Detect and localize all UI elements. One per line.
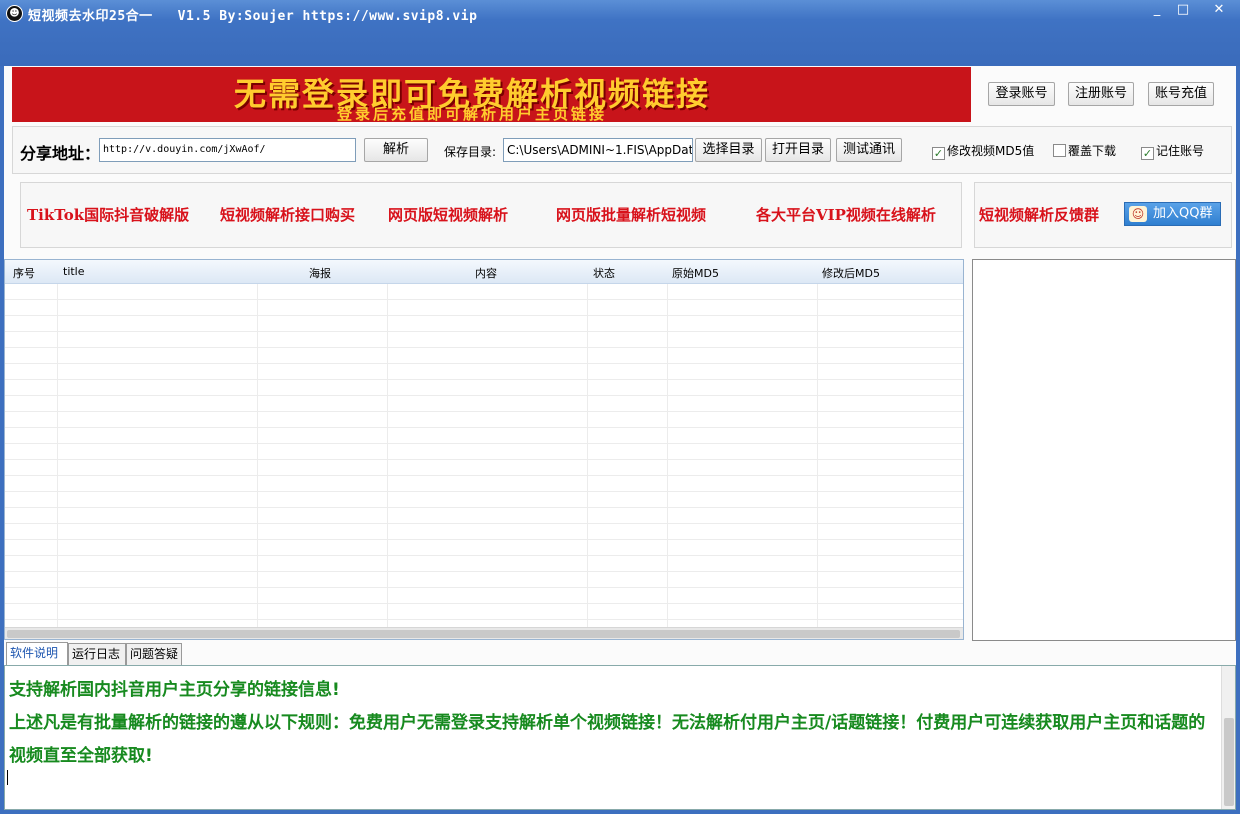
scrollbar-thumb[interactable] [7,630,960,638]
share-address-label: 分享地址： [20,144,101,163]
promo-banner[interactable]: 无需登录即可免费解析视频链接 登录后充值即可解析用户主页链接 [12,67,971,122]
horizontal-scrollbar[interactable] [5,627,963,639]
maximize-button[interactable]: □ [1168,2,1198,20]
column-header-status[interactable]: 状态 [593,265,615,281]
column-divider [817,284,818,628]
info-text-area[interactable]: 支持解析国内抖音用户主页分享的链接信息! 上述凡是有批量解析的链接的遵从以下规则… [4,665,1236,810]
test-connection-button[interactable]: 测试通讯 [836,138,902,162]
column-header-index[interactable]: 序号 [13,265,35,281]
share-address-input[interactable]: http://v.douyin.com/jXwAof/ [99,138,356,162]
link-tiktok-crack[interactable]: TikTok国际抖音破解版 [27,204,189,225]
login-button[interactable]: 登录账号 [988,82,1055,106]
column-header-title[interactable]: title [63,265,85,278]
remember-account-checkbox[interactable]: ✓ 记住账号 [1141,142,1205,160]
checkbox-checked-icon: ✓ [1141,147,1154,160]
link-api-purchase[interactable]: 短视频解析接口购买 [220,204,355,225]
tab-faq[interactable]: 问题答疑 [126,643,182,665]
link-vip-video[interactable]: 各大平台VIP视频在线解析 [756,204,936,225]
register-button[interactable]: 注册账号 [1068,82,1134,106]
choose-dir-button[interactable]: 选择目录 [695,138,762,162]
parse-button[interactable]: 解析 [364,138,428,162]
column-divider [387,284,388,628]
table-rows[interactable] [5,284,963,628]
checkbox-checked-icon: ✓ [932,147,945,160]
tab-run-log[interactable]: 运行日志 [68,643,126,665]
modify-md5-checkbox[interactable]: ✓ 修改视频MD5值 [932,142,1035,160]
column-divider [587,284,588,628]
remember-account-label: 记住账号 [1156,144,1205,158]
modify-md5-label: 修改视频MD5值 [947,144,1035,158]
info-line-2: 上述凡是有批量解析的链接的遵从以下规则：免费用户无需登录支持解析单个视频链接！无… [9,713,1206,766]
app-logo-icon: ☻ [6,5,23,22]
open-dir-button[interactable]: 打开目录 [765,138,831,162]
info-text-content: 支持解析国内抖音用户主页分享的链接信息! 上述凡是有批量解析的链接的遵从以下规则… [9,674,1217,773]
qq-users-icon: ☺ [1129,206,1147,222]
scrollbar-thumb[interactable] [1224,718,1234,806]
join-qq-group-label: 加入QQ群 [1153,206,1213,221]
save-dir-label: 保存目录: [444,145,497,159]
overwrite-download-checkbox[interactable]: 覆盖下载 [1053,142,1116,158]
overwrite-download-label: 覆盖下载 [1068,144,1117,158]
info-line-1: 支持解析国内抖音用户主页分享的链接信息! [9,680,340,700]
checkbox-unchecked-icon [1053,144,1066,157]
save-dir-input[interactable]: C:\Users\ADMINI~1.FIS\AppData [503,138,693,162]
poster-preview-pane [972,259,1236,641]
column-header-poster[interactable]: 海报 [309,265,331,281]
video-list-table[interactable]: 序号 title 海报 内容 状态 原始MD5 修改后MD5 [4,259,964,640]
window-frame-bottom [0,810,1240,814]
link-web-batch-parse[interactable]: 网页版批量解析短视频 [556,204,706,225]
column-divider [57,284,58,628]
column-divider [667,284,668,628]
vertical-scrollbar[interactable] [1221,666,1235,809]
banner-subline: 登录后充值即可解析用户主页链接 [336,105,607,122]
text-cursor [7,770,8,785]
close-button[interactable]: ✕ [1204,2,1234,20]
table-header: 序号 title 海报 内容 状态 原始MD5 修改后MD5 [5,260,963,284]
recharge-button[interactable]: 账号充值 [1148,82,1214,106]
column-header-original-md5[interactable]: 原始MD5 [672,265,719,281]
feedback-group-label[interactable]: 短视频解析反馈群 [979,204,1099,225]
join-qq-group-button[interactable]: ☺ 加入QQ群 [1124,202,1221,226]
link-web-parse[interactable]: 网页版短视频解析 [388,204,508,225]
column-divider [257,284,258,628]
tab-software-info[interactable]: 软件说明 [6,642,68,665]
column-header-modified-md5[interactable]: 修改后MD5 [822,265,880,281]
title-bar: ☻ 短视频去水印25合一 V1.5 By:Soujer https://www.… [0,0,1240,66]
column-header-content[interactable]: 内容 [475,265,497,281]
window-title: 短视频去水印25合一 V1.5 By:Soujer https://www.sv… [28,9,478,24]
window-frame-right [1236,66,1240,814]
